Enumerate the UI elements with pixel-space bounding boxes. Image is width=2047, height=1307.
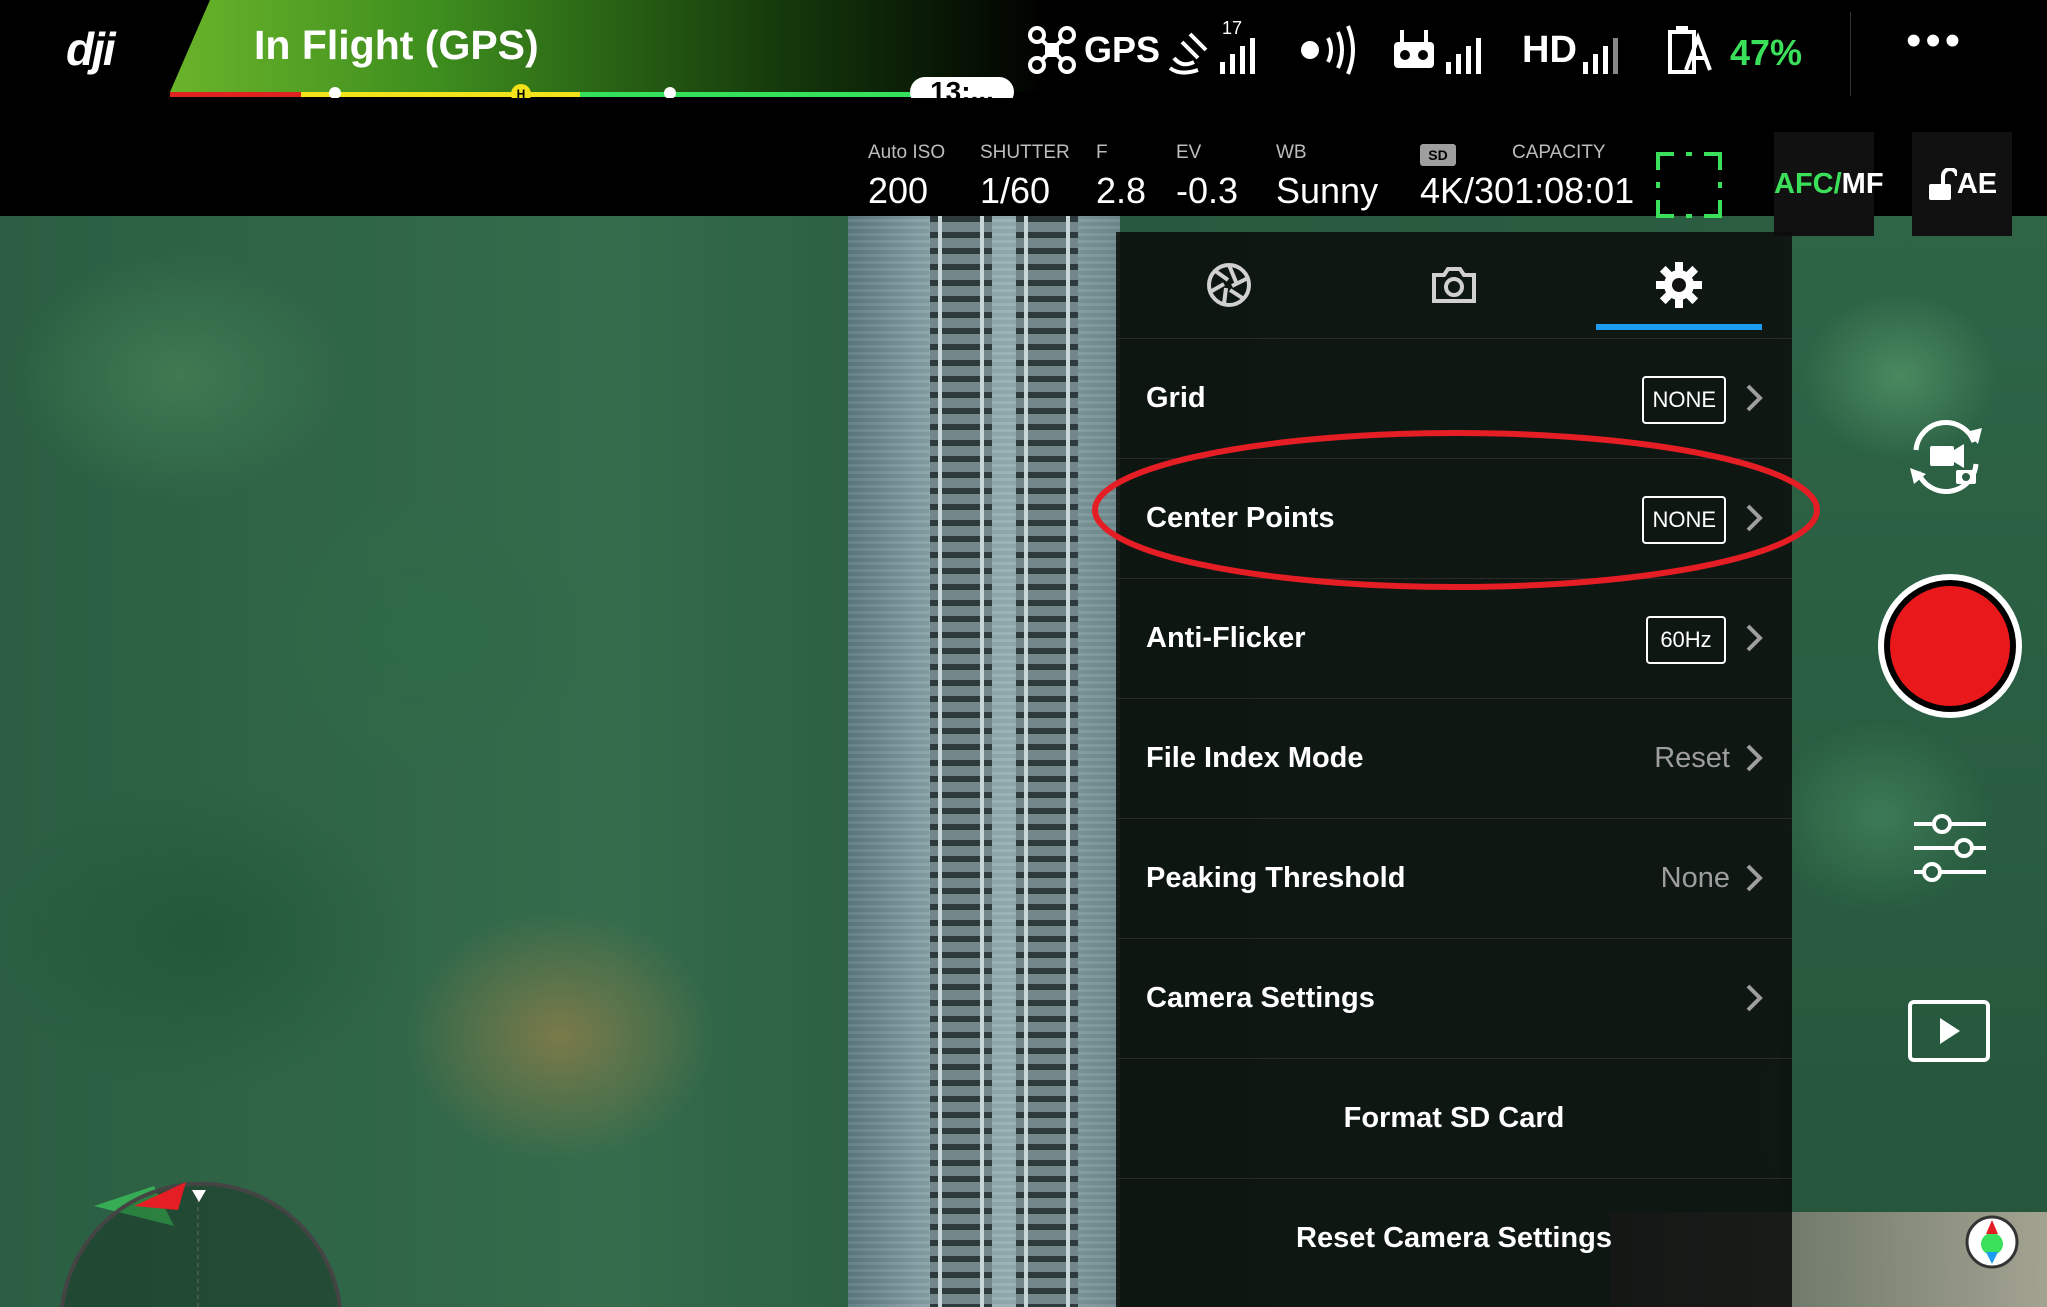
settings-tab-bar [1116,232,1792,339]
iso-value: 200 [868,170,929,211]
railway-track-left [930,216,992,1307]
railway-track-right [1016,216,1078,1307]
chevron-right-icon [1746,624,1763,652]
aperture-value: 2.8 [1096,170,1147,211]
wb-label: WB [1276,142,1307,163]
gps-label: GPS [1084,24,1160,76]
file-index-mode-value: Reset [1654,742,1730,774]
tab-settings[interactable] [1566,232,1791,338]
iso-label: Auto ISO [868,142,946,163]
record-button[interactable] [1874,570,2026,722]
aperture-icon [1206,263,1251,307]
chevron-right-icon [1746,744,1763,772]
focus-frame-icon[interactable] [1656,152,1722,218]
ev-param[interactable]: EV -0.3 [1176,142,1238,212]
capacity-param[interactable]: CAPACITY 4K/301:08:01 [1420,142,1634,212]
settings-row-peaking-threshold[interactable]: Peaking Threshold None [1116,818,1792,939]
video-link-icon[interactable]: HD [1522,24,1627,76]
focus-mode-button[interactable]: AFC/MF [1774,132,1884,236]
satellite-count: 17 [1222,18,1243,38]
wb-value: Sunny [1276,170,1379,211]
camera-icon [1431,267,1476,303]
shutter-value: 1/60 [980,170,1051,211]
status-divider [1850,12,1851,96]
flight-status[interactable]: In Flight (GPS) [254,22,539,69]
anti-flicker-label: Anti-Flicker [1146,622,1306,654]
ae-label: AE [1956,168,1998,200]
settings-row-camera-settings[interactable]: Camera Settings [1116,938,1792,1059]
chevron-right-icon [1746,984,1763,1012]
tab-photo[interactable] [1341,232,1566,338]
aircraft-icon[interactable] [1026,24,1078,76]
camera-settings-panel: Grid NONE Center Points NONE Anti-Flicke… [1116,232,1792,1307]
camera-settings-sliders-icon [1914,814,1986,882]
more-button[interactable]: ••• [1906,19,1986,64]
grid-value-badge: NONE [1642,376,1726,424]
iso-param[interactable]: Auto ISO 200 [868,142,945,212]
capacity-label: CAPACITY [1512,142,1606,163]
mini-map-toggle[interactable] [1964,1214,2020,1270]
shutter-label: SHUTTER [980,142,1070,163]
unlock-icon [1928,167,1959,201]
gps-text: GPS [1084,29,1161,70]
highlight-annotation [1092,430,1820,590]
ae-lock-button[interactable]: AE [1912,132,2012,236]
attitude-compass[interactable] [54,1166,354,1307]
shutter-param[interactable]: SHUTTER 1/60 [980,142,1070,212]
tab-exposure[interactable] [1116,232,1341,338]
chevron-right-icon [1746,384,1763,412]
anti-flicker-value-badge: 60Hz [1646,616,1726,664]
aperture-param[interactable]: F 2.8 [1096,142,1146,212]
switch-photo-video-icon [1910,420,1982,494]
reset-camera-settings-button[interactable]: Reset Camera Settings [1116,1178,1792,1298]
switch-photo-video-button[interactable] [1896,406,1996,506]
settings-row-format-sd-card[interactable]: Format SD Card [1116,1058,1792,1179]
record-icon [1878,574,2022,718]
active-tab-indicator [1596,324,1762,330]
file-index-mode-label: File Index Mode [1146,742,1364,774]
aperture-label: F [1096,142,1108,163]
afc-label: AFC/ [1774,168,1842,200]
camera-settings-button[interactable] [1910,808,1990,888]
satellite-icon[interactable] [1168,24,1268,76]
remote-controller-icon[interactable] [1390,24,1490,76]
status-bar: dji In Flight (GPS) GPS 17 HD 47% ••• H … [0,0,2047,107]
mf-label: MF [1841,168,1884,200]
settings-row-reset-camera-settings[interactable]: Reset Camera Settings [1116,1178,1792,1298]
settings-row-anti-flicker[interactable]: Anti-Flicker 60Hz [1116,578,1792,699]
gear-icon [1655,262,1702,308]
playback-icon [1908,1000,1990,1062]
battery-level-bar [170,92,990,97]
camera-settings-label: Camera Settings [1146,982,1375,1014]
format-sd-card-button[interactable]: Format SD Card [1116,1058,1792,1178]
playback-button[interactable] [1906,998,1992,1064]
tree-canopy-right [1780,216,2047,1307]
peaking-threshold-label: Peaking Threshold [1146,862,1406,894]
chevron-right-icon [1746,864,1763,892]
battery-percentage: 47% [1730,32,1803,73]
recording-format: 4K/30 [1420,170,1515,211]
remaining-record-time: 1:08:01 [1514,170,1635,211]
wb-param[interactable]: WB Sunny [1276,142,1378,212]
capacity-value: 4K/301:08:01 [1420,170,1634,212]
ev-value: -0.3 [1176,170,1239,211]
obstacle-sensing-icon[interactable] [1296,24,1360,76]
dji-logo[interactable]: dji [66,22,116,76]
video-link-label: HD [1522,28,1577,71]
peaking-threshold-value: None [1660,862,1730,894]
settings-row-file-index-mode[interactable]: File Index Mode Reset [1116,698,1792,819]
ev-label: EV [1176,142,1202,163]
battery-icon[interactable] [1664,24,1714,76]
